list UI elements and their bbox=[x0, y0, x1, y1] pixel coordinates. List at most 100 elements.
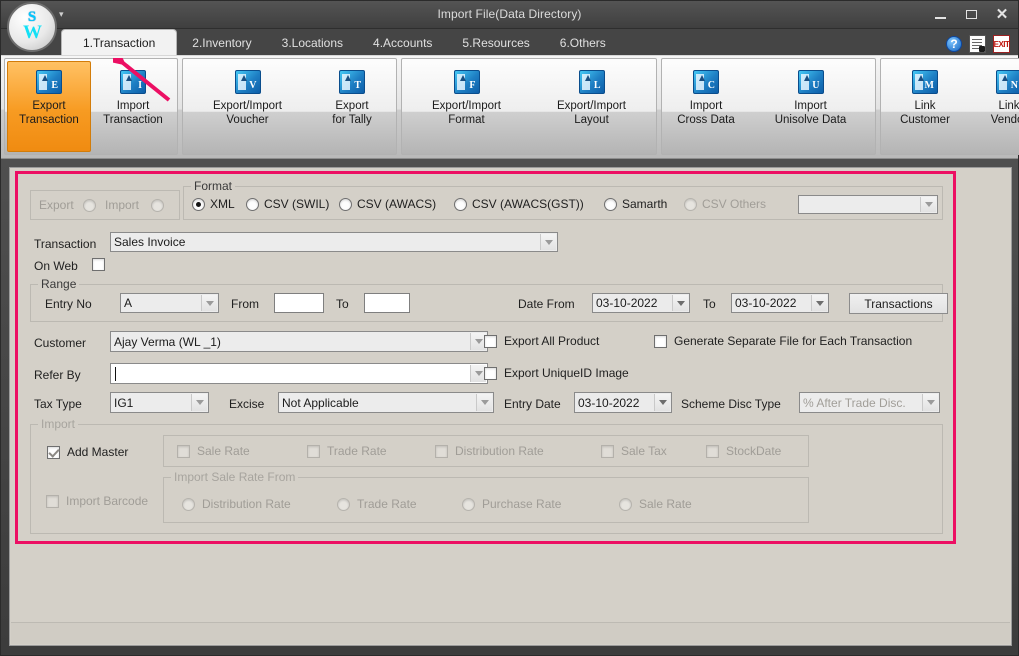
text-caret bbox=[115, 367, 116, 381]
chevron-down-icon[interactable] bbox=[201, 295, 217, 311]
entry-no-combo[interactable]: A bbox=[120, 293, 219, 313]
sale-tax-checkbox[interactable] bbox=[601, 445, 614, 458]
close-icon[interactable]: ✕ bbox=[992, 4, 1012, 24]
export-all-product-checkbox[interactable] bbox=[484, 335, 497, 348]
format-label-xml: XML bbox=[210, 197, 235, 211]
chevron-down-icon[interactable] bbox=[654, 394, 670, 411]
dialog-area: Export Import Format XML CSV (SWIL) CSV … bbox=[1, 159, 1018, 654]
chevron-down-icon[interactable] bbox=[191, 394, 207, 411]
tab-accounts[interactable]: 4.Accounts bbox=[358, 30, 447, 55]
ribbon-button-export-transaction[interactable]: E Export Transaction bbox=[7, 61, 91, 152]
import-barcode-checkbox[interactable] bbox=[46, 495, 59, 508]
ribbon-button-export-for-tally[interactable]: T Export for Tally bbox=[310, 61, 394, 152]
export-all-product-label: Export All Product bbox=[504, 334, 600, 348]
ribbon-button-link-customer[interactable]: M Link Customer bbox=[883, 61, 967, 152]
ribbon-button-import-unisolve-data[interactable]: U Import Unisolve Data bbox=[748, 61, 873, 152]
tax-type-combo[interactable]: IG1 bbox=[110, 392, 209, 413]
trade-rate-label: Trade Rate bbox=[327, 444, 387, 458]
excise-combo[interactable]: Not Applicable bbox=[278, 392, 494, 413]
sale-rate-from-distribution-radio[interactable] bbox=[182, 498, 195, 511]
entry-from-input[interactable] bbox=[274, 293, 324, 313]
stockdate-checkbox[interactable] bbox=[706, 445, 719, 458]
tab-resources[interactable]: 5.Resources bbox=[447, 30, 544, 55]
trade-rate-checkbox[interactable] bbox=[307, 445, 320, 458]
format-label-csv-swil: CSV (SWIL) bbox=[264, 197, 330, 211]
on-web-checkbox[interactable] bbox=[92, 258, 105, 271]
ribbon-button-import-transaction[interactable]: I Import Transaction bbox=[91, 61, 175, 152]
format-radio-samarth[interactable] bbox=[604, 198, 617, 211]
scheme-disc-type-combo[interactable]: % After Trade Disc. bbox=[799, 392, 940, 413]
add-master-checkbox[interactable] bbox=[47, 446, 60, 459]
entry-to-input[interactable] bbox=[364, 293, 410, 313]
ribbon-tab-strip: 1.Transaction 2.Inventory 3.Locations 4.… bbox=[1, 29, 1018, 56]
document-icon[interactable] bbox=[969, 35, 986, 53]
csv-others-combo[interactable] bbox=[798, 195, 938, 214]
logo-letter-w: W bbox=[23, 22, 42, 43]
sale-rate-from-trade-radio[interactable] bbox=[337, 498, 350, 511]
import-mode-label: Import bbox=[105, 198, 140, 212]
quick-access-caret-icon[interactable]: ▾ bbox=[59, 9, 64, 20]
import-mode-radio[interactable] bbox=[151, 199, 164, 212]
import-sale-rate-from-legend: Import Sale Rate From bbox=[171, 470, 299, 484]
date-to-combo[interactable]: 03-10-2022 bbox=[731, 293, 829, 313]
format-radio-xml[interactable] bbox=[192, 198, 205, 211]
customer-combo[interactable]: Ajay Verma (WL _1) bbox=[110, 331, 488, 352]
ribbon-label-line2: Voucher bbox=[226, 114, 269, 126]
export-uniqueid-image-checkbox[interactable] bbox=[484, 367, 497, 380]
format-radio-csv-awacs[interactable] bbox=[339, 198, 352, 211]
ribbon-label-line2: Vendor bbox=[990, 114, 1019, 126]
ribbon-label-line2: Cross Data bbox=[677, 114, 735, 126]
tab-others[interactable]: 6.Others bbox=[545, 30, 621, 55]
export-settings-panel: Export Import Format XML CSV (SWIL) CSV … bbox=[15, 171, 956, 544]
chevron-down-icon[interactable] bbox=[811, 295, 827, 311]
tab-locations[interactable]: 3.Locations bbox=[267, 30, 358, 55]
tab-inventory[interactable]: 2.Inventory bbox=[177, 30, 266, 55]
import-export-dialog: Export Import Format XML CSV (SWIL) CSV … bbox=[9, 167, 1012, 646]
format-radio-csv-awacs-gst[interactable] bbox=[454, 198, 467, 211]
ribbon-label-line1: Export bbox=[32, 100, 66, 112]
format-radio-csv-swil[interactable] bbox=[246, 198, 259, 211]
sale-rate-from-sale-radio[interactable] bbox=[619, 498, 632, 511]
ribbon-button-export-import-voucher[interactable]: V Export/Import Voucher bbox=[185, 61, 310, 152]
excise-label: Excise bbox=[229, 397, 265, 411]
transaction-combo[interactable]: Sales Invoice bbox=[110, 232, 558, 252]
refer-by-combo[interactable] bbox=[110, 363, 488, 384]
ribbon-group-format-layout: F Export/Import Format L Export/Import L… bbox=[401, 58, 657, 155]
minimize-icon[interactable] bbox=[930, 4, 950, 24]
format-label-samarth: Samarth bbox=[622, 197, 668, 211]
date-from-combo[interactable]: 03-10-2022 bbox=[592, 293, 690, 313]
app-logo-icon[interactable]: S W bbox=[7, 2, 57, 52]
excise-value: Not Applicable bbox=[282, 395, 359, 410]
transactions-button[interactable]: Transactions bbox=[849, 293, 948, 314]
ribbon-label-line2: for Tally bbox=[332, 114, 372, 126]
link-customer-icon: M bbox=[912, 70, 938, 94]
export-mode-radio[interactable] bbox=[83, 199, 96, 212]
sale-rate-checkbox[interactable] bbox=[177, 445, 190, 458]
ribbon-button-export-import-layout[interactable]: L Export/Import Layout bbox=[529, 61, 654, 152]
help-icon[interactable]: ? bbox=[946, 36, 962, 52]
maximize-icon[interactable] bbox=[961, 4, 981, 24]
entry-no-combo-value: A bbox=[124, 296, 133, 310]
entry-date-combo[interactable]: 03-10-2022 bbox=[574, 392, 672, 413]
distribution-rate-checkbox[interactable] bbox=[435, 445, 448, 458]
exit-icon[interactable]: EXIT bbox=[993, 35, 1010, 53]
format-radio-csv-others[interactable] bbox=[684, 198, 697, 211]
ribbon-button-import-cross-data[interactable]: C Import Cross Data bbox=[664, 61, 748, 152]
ribbon-label-line2: Transaction bbox=[103, 114, 163, 126]
tab-transaction[interactable]: 1.Transaction bbox=[61, 29, 178, 55]
ribbon-label-line1: Import bbox=[689, 100, 723, 112]
chevron-down-icon[interactable] bbox=[540, 234, 556, 250]
export-uniqueid-image-label: Export UniqueID Image bbox=[504, 366, 629, 380]
distribution-rate-label: Distribution Rate bbox=[455, 444, 544, 458]
chevron-down-icon[interactable] bbox=[672, 295, 688, 311]
titlebar-utility-icons: ? EXIT bbox=[946, 35, 1010, 53]
import-group-legend: Import bbox=[38, 417, 79, 431]
ribbon-button-link-vendor[interactable]: N Link Vendor bbox=[967, 61, 1019, 152]
chevron-down-icon[interactable] bbox=[476, 394, 492, 411]
generate-separate-file-checkbox[interactable] bbox=[654, 335, 667, 348]
sale-rate-from-sale-label: Sale Rate bbox=[639, 497, 692, 511]
chevron-down-icon[interactable] bbox=[922, 394, 938, 411]
sale-rate-from-purchase-radio[interactable] bbox=[462, 498, 475, 511]
chevron-down-icon[interactable] bbox=[920, 197, 936, 212]
ribbon-button-export-import-format[interactable]: F Export/Import Format bbox=[404, 61, 529, 152]
